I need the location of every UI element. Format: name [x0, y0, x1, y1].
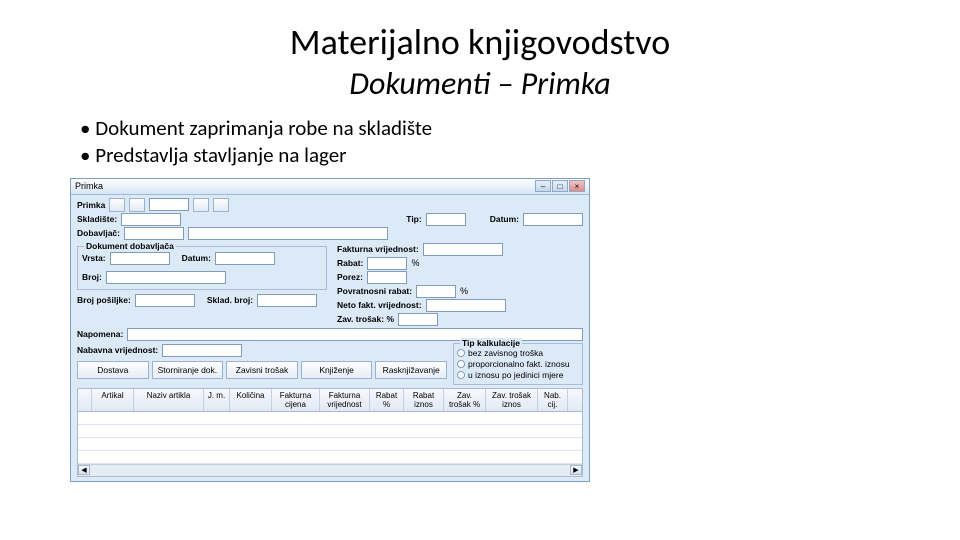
table-row[interactable] [78, 451, 582, 464]
minimize-button[interactable]: – [535, 180, 551, 192]
porez-label: Porez: [337, 272, 363, 282]
brojposilike-field[interactable] [135, 294, 195, 307]
col-kolicina: Količina [230, 389, 272, 411]
datum-label: Datum: [490, 214, 519, 224]
vrsta-label: Vrsta: [82, 253, 106, 263]
col-faktvrij: Fakturna vrijednost [320, 389, 370, 411]
calc-opt2-label: proporcionalno fakt. iznosu [468, 359, 570, 369]
datum-field[interactable] [523, 213, 583, 226]
horizontal-scrollbar[interactable]: ◀ ▶ [78, 464, 582, 476]
nabavna-label: Nabavna vrijednost: [77, 345, 158, 355]
dobavljac-name-field[interactable] [188, 227, 388, 240]
rasknj-button[interactable]: Rasknjižavanje [375, 361, 447, 379]
slide-title: Materijalno knjigovodstvo [70, 20, 890, 64]
faktvrij-field[interactable] [423, 243, 503, 256]
nav-first-icon[interactable] [109, 198, 125, 212]
calc-opt2[interactable]: proporcionalno fakt. iznosu [457, 359, 579, 369]
faktvrij-label: Fakturna vrijednost: [337, 244, 419, 254]
items-grid: Artikal Naziv artikla J. m. Količina Fak… [77, 388, 583, 477]
skladiste-field[interactable] [121, 213, 181, 226]
nav-next-icon[interactable] [193, 198, 209, 212]
porez-field[interactable] [367, 271, 407, 284]
broj-label: Broj: [82, 272, 102, 282]
tip-field[interactable] [426, 213, 466, 226]
napomena-label: Napomena: [77, 329, 123, 339]
window-controls: – □ × [535, 180, 585, 192]
slide-subtitle: Dokumenti – Primka [70, 64, 890, 103]
table-row[interactable] [78, 438, 582, 451]
col-zavtriznos: Zav. trošak iznos [486, 389, 538, 411]
scroll-right-icon[interactable]: ▶ [570, 465, 582, 475]
storno-button[interactable]: Storniranje dok. [152, 361, 224, 379]
nav-last-icon[interactable] [213, 198, 229, 212]
dostava-button[interactable]: Dostava [77, 361, 149, 379]
col-rabatpct: Rabat % [370, 389, 404, 411]
povratrabat-field[interactable] [416, 285, 456, 298]
nav-prev-icon[interactable] [129, 198, 145, 212]
skladbroj-label: Sklad. broj: [207, 295, 253, 305]
datum2-label: Datum: [182, 253, 211, 263]
scroll-left-icon[interactable]: ◀ [78, 465, 90, 475]
table-row[interactable] [78, 412, 582, 425]
broj-field[interactable] [106, 271, 226, 284]
col-selector [78, 389, 92, 411]
grid-body[interactable] [78, 412, 582, 464]
grid-header: Artikal Naziv artikla J. m. Količina Fak… [78, 389, 582, 412]
calc-type-box: Tip kalkulacije bez zavisnog troška prop… [453, 343, 583, 385]
col-rabatiznos: Rabat iznos [404, 389, 444, 411]
zavtrosak-label: Zav. trošak: % [337, 314, 394, 324]
record-number-field[interactable] [149, 198, 189, 211]
datum2-field[interactable] [215, 252, 275, 265]
nabavna-field[interactable] [162, 344, 242, 357]
calc-opt1-label: bez zavisnog troška [468, 348, 543, 358]
neto-field[interactable] [426, 299, 506, 312]
radio-icon [457, 371, 465, 379]
tip-label: Tip: [406, 214, 421, 224]
povratrabat-label: Povratnosni rabat: [337, 286, 412, 296]
col-naziv: Naziv artikla [134, 389, 204, 411]
bullet-list: Dokument zaprimanja robe na skladište Pr… [80, 115, 890, 170]
radio-icon [457, 349, 465, 357]
calc-legend: Tip kalkulacije [460, 338, 522, 348]
form-area: Primka Skladište: Tip: Datum: Dobavljač: [71, 195, 589, 481]
close-button[interactable]: × [569, 180, 585, 192]
titlebar: Primka – □ × [71, 179, 589, 195]
maximize-button[interactable]: □ [552, 180, 568, 192]
knjizenje-button[interactable]: Knjiženje [301, 361, 373, 379]
dobavljac-label: Dobavljač: [77, 228, 120, 238]
skladiste-label: Skladište: [77, 214, 117, 224]
dobavljac-code-field[interactable] [124, 227, 184, 240]
supplier-doc-fieldset: Dokument dobavljača Vrsta: Datum: Broj: [77, 246, 327, 290]
radio-icon [457, 360, 465, 368]
bullet-item: Dokument zaprimanja robe na skladište [80, 115, 890, 142]
zavtr-button[interactable]: Zavisni trošak [226, 361, 298, 379]
supplier-doc-legend: Dokument dobavljača [84, 241, 176, 251]
neto-label: Neto fakt. vrijednost: [337, 300, 422, 310]
rabat-pct-label: % [411, 258, 419, 268]
table-row[interactable] [78, 425, 582, 438]
calc-opt3-label: u iznosu po jedinici mjere [468, 370, 563, 380]
rabat-label: Rabat: [337, 258, 363, 268]
col-jm: J. m. [204, 389, 230, 411]
calc-opt1[interactable]: bez zavisnog troška [457, 348, 579, 358]
app-window: Primka – □ × Primka Skladište: Tip: [70, 178, 590, 482]
window-title: Primka [75, 181, 103, 191]
povratrabat-pct-label: % [460, 286, 468, 296]
col-artikal: Artikal [92, 389, 134, 411]
rabat-field[interactable] [367, 257, 407, 270]
skladbroj-field[interactable] [257, 294, 317, 307]
primka-label: Primka [77, 200, 105, 210]
vrsta-field[interactable] [110, 252, 170, 265]
col-faktcijena: Fakturna cijena [272, 389, 320, 411]
col-zavtrpct: Zav. trošak % [444, 389, 486, 411]
zavtrosak-field[interactable] [398, 313, 438, 326]
brojposilike-label: Broj pošiljke: [77, 295, 131, 305]
bullet-item: Predstavlja stavljanje na lager [80, 142, 890, 169]
col-nabcij: Nab. cij. [538, 389, 568, 411]
calc-opt3[interactable]: u iznosu po jedinici mjere [457, 370, 579, 380]
